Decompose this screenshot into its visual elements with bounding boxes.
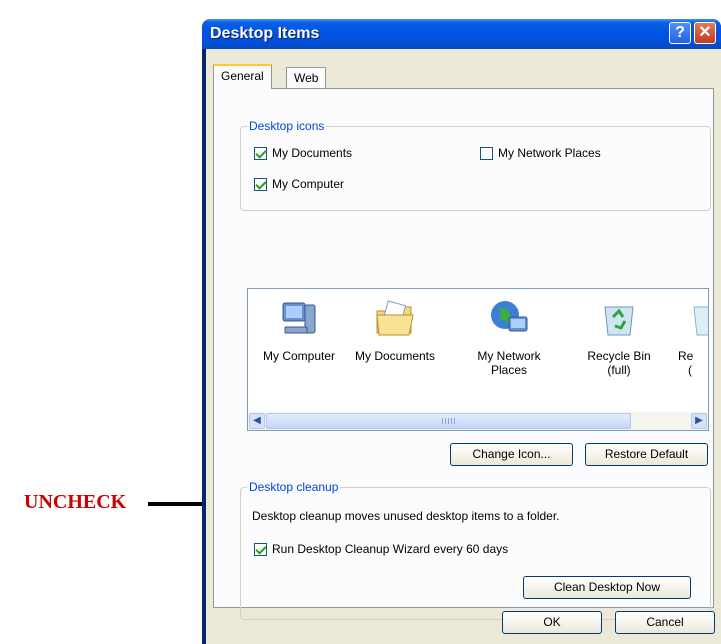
list-item-label: My Computer: [262, 349, 336, 363]
my-computer-checkbox-label: My Computer: [272, 177, 345, 191]
scrollbar-thumb[interactable]: [266, 413, 631, 429]
desktop-cleanup-group-title: Desktop cleanup: [247, 480, 341, 494]
cleanup-wizard-checkbox[interactable]: [254, 542, 267, 556]
uncheck-annotation-label: UNCHECK: [24, 491, 127, 513]
desktop-icons-group-title: Desktop icons: [247, 119, 327, 133]
scroll-left-button[interactable]: ◀: [249, 413, 265, 429]
list-item-label-line2: (: [688, 363, 692, 377]
desktop-icons-group: Desktop icons My Documents My Network Pl…: [240, 119, 711, 211]
list-item-my-documents[interactable]: My Documents: [350, 297, 440, 363]
list-item-label-line2: (full): [607, 363, 631, 377]
list-item-label-line1: Recycle Bin: [587, 349, 651, 363]
list-item-recycle-bin[interactable]: Re (: [668, 297, 708, 377]
list-item-recycle-bin-full[interactable]: Recycle Bin (full): [574, 297, 664, 377]
title-bar[interactable]: Desktop Items ? ✕: [202, 19, 721, 49]
list-item-label-line1: Re: [678, 349, 694, 363]
scroll-right-button[interactable]: ▶: [691, 413, 707, 429]
cleanup-wizard-checkbox-label: Run Desktop Cleanup Wizard every 60 days: [272, 542, 509, 556]
my-documents-checkbox[interactable]: [254, 146, 267, 160]
clean-desktop-now-button[interactable]: Clean Desktop Now: [523, 576, 691, 599]
tab-general[interactable]: General: [213, 64, 272, 89]
recycle-bin-icon: [693, 306, 708, 336]
cleanup-description: Desktop cleanup moves unused desktop ite…: [252, 509, 560, 523]
cancel-button[interactable]: Cancel: [615, 611, 715, 634]
dialog-client-area: General Web Desktop icons My Documents M…: [206, 49, 721, 644]
desktop-icon-list[interactable]: My Computer My Documents My Network Plac…: [247, 288, 709, 431]
desktop-cleanup-group: Desktop cleanup Desktop cleanup moves un…: [240, 480, 711, 620]
desktop-items-dialog: Desktop Items ? ✕ General Web Desktop ic…: [202, 19, 721, 644]
list-item-label-line1: My Network: [477, 349, 541, 363]
restore-default-button[interactable]: Restore Default: [585, 443, 708, 466]
list-item-label: My Documents: [354, 349, 436, 363]
help-button[interactable]: ?: [669, 22, 691, 44]
change-icon-button[interactable]: Change Icon...: [450, 443, 573, 466]
ok-button[interactable]: OK: [502, 611, 602, 634]
tab-web[interactable]: Web: [286, 67, 327, 89]
my-network-places-checkbox[interactable]: [480, 146, 493, 160]
my-computer-checkbox[interactable]: [254, 177, 267, 191]
my-documents-icon: [376, 300, 414, 336]
general-tab-panel: Desktop icons My Documents My Network Pl…: [213, 88, 714, 620]
my-documents-checkbox-row[interactable]: My Documents: [254, 146, 352, 160]
my-computer-icon: [282, 302, 316, 334]
list-item-label-line2: Places: [490, 363, 528, 377]
my-documents-checkbox-label: My Documents: [272, 146, 353, 160]
window-title: Desktop Items: [210, 25, 320, 42]
cleanup-wizard-checkbox-row[interactable]: Run Desktop Cleanup Wizard every 60 days: [254, 542, 508, 556]
my-network-places-icon: [491, 301, 528, 332]
horizontal-scrollbar[interactable]: ◀ ▶: [248, 412, 708, 430]
my-computer-checkbox-row[interactable]: My Computer: [254, 177, 344, 191]
list-item-my-network-places[interactable]: My Network Places: [464, 297, 554, 377]
list-item-my-computer[interactable]: My Computer: [254, 297, 344, 363]
my-network-places-checkbox-label: My Network Places: [498, 146, 601, 160]
scrollbar-grip-icon: [442, 418, 456, 424]
close-button[interactable]: ✕: [694, 22, 716, 44]
recycle-bin-full-icon: [604, 306, 634, 336]
my-network-places-checkbox-row[interactable]: My Network Places: [480, 146, 601, 160]
